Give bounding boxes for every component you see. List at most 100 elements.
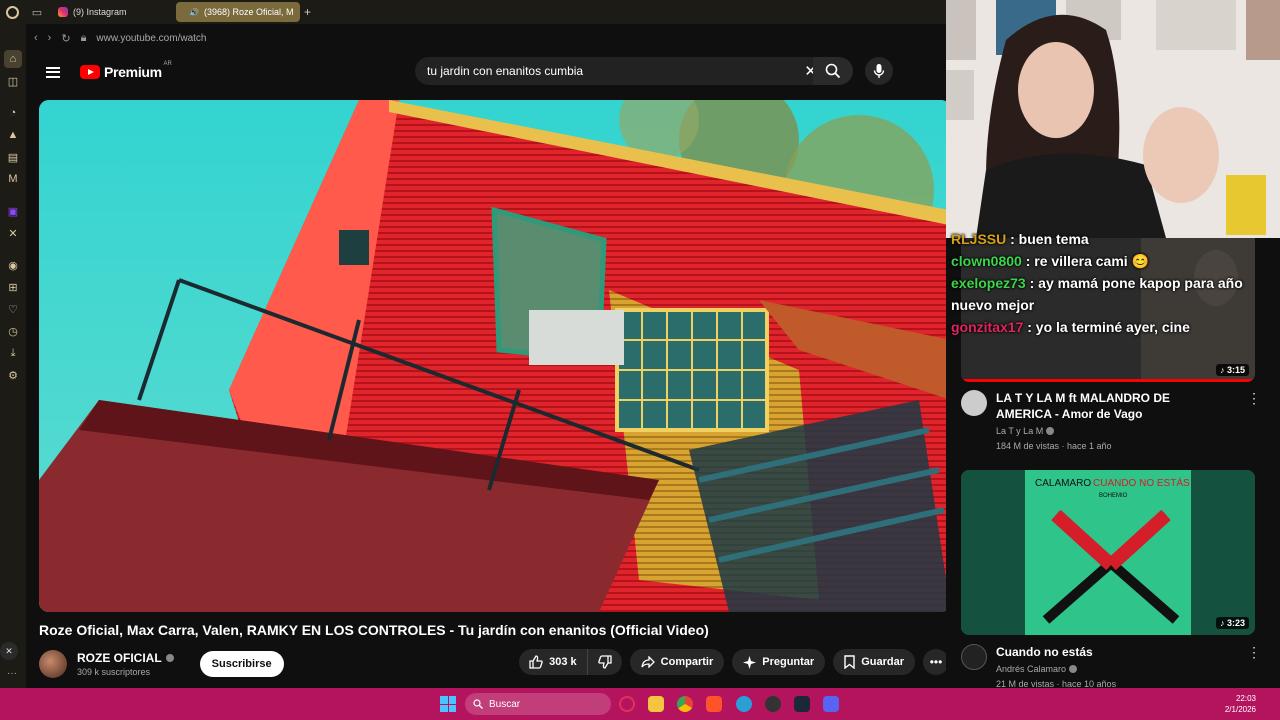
player-icon[interactable]: ◉: [4, 256, 22, 274]
save-button[interactable]: Guardar: [833, 649, 915, 675]
instagram-icon: [58, 7, 68, 17]
subscribe-button[interactable]: Suscribirse: [199, 651, 284, 677]
search-button[interactable]: [813, 57, 853, 85]
download-icon[interactable]: ⤓: [4, 344, 22, 362]
forward-icon[interactable]: ›: [48, 32, 52, 44]
windows-start-icon[interactable]: [440, 696, 456, 712]
brave-icon[interactable]: [706, 696, 722, 712]
verified-icon: [1069, 665, 1078, 673]
taskbar-search[interactable]: Buscar: [465, 693, 611, 715]
more-vert-icon[interactable]: ⋮: [1247, 644, 1261, 661]
channel-avatar[interactable]: [961, 644, 987, 670]
discord-icon[interactable]: [823, 696, 839, 712]
browser-tab-strip: ▭ (9) Instagram 🔊 (3968) Roze Oficial, M…: [0, 0, 946, 24]
chat-message: exelopez73 : ay mamá pone kapop para año…: [946, 272, 1280, 316]
taskbar-clock[interactable]: 22:03 2/1/2026: [1225, 693, 1256, 715]
like-button[interactable]: 303 k: [519, 649, 588, 675]
m-app-icon[interactable]: M: [4, 170, 22, 188]
webcam-overlay: [946, 0, 1280, 238]
extensions-icon[interactable]: ⊞: [4, 278, 22, 296]
verified-icon: [165, 654, 174, 662]
chrome-icon[interactable]: [677, 696, 693, 712]
chat-username: clown0800: [951, 253, 1022, 269]
browser-sidebar: ⌂ ◫ ◔ ▲ ▤ M ▣ ✕ ◉ ⊞ ♡ ◷ ⤓ ⚙: [0, 24, 26, 688]
flow-icon[interactable]: ▲: [4, 126, 22, 144]
opera-logo-icon[interactable]: [0, 0, 24, 24]
home-icon[interactable]: ⌂: [4, 50, 22, 68]
tab-instagram[interactable]: (9) Instagram: [50, 2, 176, 22]
twitch-icon[interactable]: ▣: [4, 202, 22, 220]
settings-icon[interactable]: ⚙: [4, 366, 22, 384]
wallet-icon[interactable]: ▤: [4, 148, 22, 166]
channel-avatar[interactable]: [39, 650, 67, 678]
channel-name[interactable]: ROZE OFICIAL: [77, 651, 162, 665]
chat-text: : re villera cami 😊: [1025, 253, 1149, 269]
more-icon[interactable]: ···: [7, 668, 17, 679]
address-bar: ‹ › ↻ 🔒︎ www.youtube.com/watch: [26, 26, 946, 50]
file-explorer-icon[interactable]: [648, 696, 664, 712]
clock-date: 2/1/2026: [1224, 705, 1256, 714]
rec-title[interactable]: LA T Y LA M ft MALANDRO DE AMERICA - Amo…: [996, 390, 1226, 422]
ccleaner-icon[interactable]: [736, 696, 752, 712]
dislike-button[interactable]: [588, 649, 622, 675]
url-field[interactable]: www.youtube.com/watch: [96, 33, 206, 44]
windows-taskbar: Buscar 22:03 2/1/2026: [0, 688, 1280, 720]
new-tab-button[interactable]: +: [304, 5, 311, 19]
lock-icon: 🔒︎: [80, 31, 87, 44]
voice-search-button[interactable]: [865, 57, 893, 85]
rec-channel[interactable]: La T y La M: [996, 426, 1043, 436]
bookmark-icon: [844, 655, 855, 669]
chat-text: : buen tema: [1010, 231, 1089, 247]
rec-thumbnail[interactable]: CALAMARO CUANDO NO ESTÁS BOHEMIO ♪ 3:23: [961, 470, 1255, 635]
github-icon[interactable]: [765, 696, 781, 712]
tab-youtube[interactable]: 🔊 (3968) Roze Oficial, M: [176, 2, 300, 22]
taskbar-search-label: Buscar: [489, 698, 521, 710]
back-icon[interactable]: ‹: [34, 32, 38, 44]
youtube-logo[interactable]: Premium AR: [80, 61, 172, 80]
rec-channel-row: La T y La M: [996, 426, 1226, 436]
tab-overview-icon[interactable]: ▭: [24, 0, 50, 24]
ask-button[interactable]: Preguntar: [732, 649, 826, 675]
history-icon[interactable]: ◷: [4, 322, 22, 340]
duration-badge: ♪ 3:15: [1215, 364, 1249, 376]
video-actions: 303 k Compartir Preguntar Guardar •••: [519, 649, 949, 675]
video-player[interactable]: [39, 100, 951, 612]
search-input[interactable]: tu jardin con enanitos cumbia ✕: [415, 57, 825, 85]
reload-icon[interactable]: ↻: [61, 32, 70, 45]
speaker-icon[interactable]: 🔊: [189, 8, 199, 17]
sparkle-icon: [743, 655, 757, 669]
rec-channel[interactable]: Andrés Calamaro: [996, 664, 1066, 674]
channel-info: ROZE OFICIAL 309 k suscriptores: [77, 651, 174, 677]
menu-icon[interactable]: [46, 66, 60, 78]
rec-item[interactable]: Cuando no estás Andrés Calamaro 21 M de …: [961, 644, 1261, 688]
duration-text: 3:23: [1226, 618, 1245, 628]
gamepad-icon[interactable]: ◫: [4, 72, 22, 90]
aria-icon[interactable]: ◔: [4, 104, 22, 122]
youtube-header: Premium AR tu jardin con enanitos cumbia…: [26, 52, 946, 92]
like-count: 303 k: [549, 656, 577, 668]
rec-title[interactable]: Cuando no estás: [996, 644, 1226, 660]
rec-stats: 21 M de vistas · hace 10 años: [996, 679, 1117, 688]
more-vert-icon[interactable]: ⋮: [1247, 390, 1261, 407]
chat-username: RLJSSU: [951, 231, 1007, 247]
save-label: Guardar: [861, 656, 904, 668]
heart-icon[interactable]: ♡: [4, 300, 22, 318]
x-icon[interactable]: ✕: [4, 224, 22, 242]
share-button[interactable]: Compartir: [629, 649, 725, 675]
share-icon: [641, 656, 655, 668]
chat-username: gonzitax17: [951, 319, 1024, 335]
region-code: AR: [163, 61, 172, 67]
subscriber-count: 309 k suscriptores: [77, 667, 151, 677]
steam-icon[interactable]: [794, 696, 810, 712]
video-title: Roze Oficial, Max Carra, Valen, RAMKY EN…: [39, 622, 709, 638]
thumb-text-song: CUANDO NO ESTÁS: [1093, 476, 1190, 489]
rec-item[interactable]: LA T Y LA M ft MALANDRO DE AMERICA - Amo…: [961, 390, 1261, 451]
stream-chat-overlay: RLJSSU : buen tema clown0800 : re viller…: [946, 228, 1280, 338]
close-icon[interactable]: ✕: [0, 642, 18, 660]
channel-name-row[interactable]: ROZE OFICIAL: [77, 651, 174, 665]
share-label: Compartir: [660, 656, 714, 668]
channel-avatar[interactable]: [961, 390, 987, 416]
opera-taskbar-icon[interactable]: [619, 696, 635, 712]
like-dislike-group: 303 k: [519, 649, 622, 675]
chat-username: exelopez73: [951, 275, 1026, 291]
